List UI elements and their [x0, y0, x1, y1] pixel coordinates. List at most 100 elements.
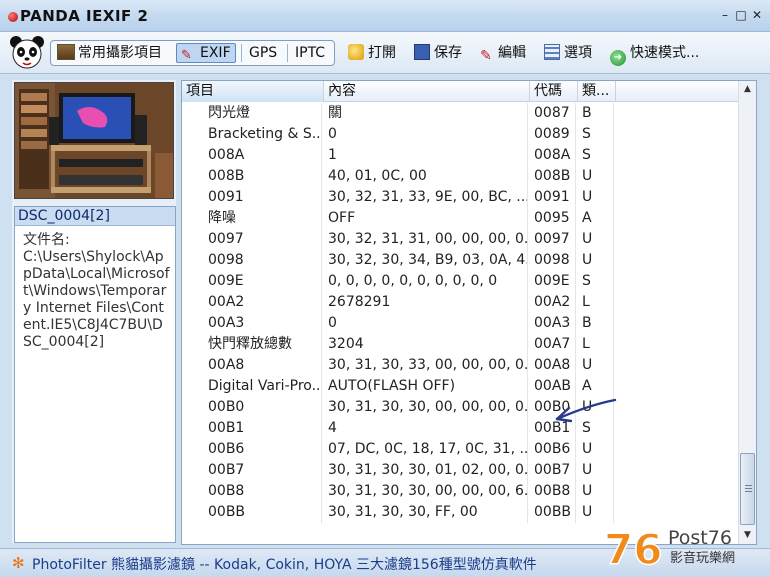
- cell-type: U: [578, 460, 614, 481]
- cell-content: 30, 32, 31, 33, 9E, 00, BC, ...: [324, 187, 528, 208]
- table-row[interactable]: 降噪 OFF 0095 A: [182, 208, 739, 229]
- cell-type: U: [578, 229, 614, 250]
- table-row[interactable]: 00BB 30, 31, 30, 30, FF, 00 00BB U: [182, 502, 739, 523]
- table-row[interactable]: 00B1 4 00B1 S: [182, 418, 739, 439]
- cell-item: 00B8: [204, 481, 322, 502]
- tab-label: EXIF: [200, 45, 231, 61]
- table-row[interactable]: 00A3 0 00A3 B: [182, 313, 739, 334]
- cell-code: 00AB: [530, 376, 576, 397]
- cell-item: 009E: [204, 271, 322, 292]
- table-row[interactable]: 00A2 2678291 00A2 L: [182, 292, 739, 313]
- cell-content: 30, 31, 30, 30, 00, 00, 00, 6...: [324, 481, 528, 502]
- tab-gps[interactable]: GPS: [245, 43, 281, 63]
- cell-type: B: [578, 103, 614, 124]
- table-row[interactable]: 008B 40, 01, 0C, 00 008B U: [182, 166, 739, 187]
- cell-content: 30, 31, 30, 30, 00, 00, 00, 0...: [324, 397, 528, 418]
- table-row[interactable]: 00A8 30, 31, 30, 33, 00, 00, 00, 0... 00A8…: [182, 355, 739, 376]
- cell-item: 00B0: [204, 397, 322, 418]
- window-title: PANDA IEXIF 2: [20, 7, 149, 25]
- cell-content: OFF: [324, 208, 528, 229]
- edit-button[interactable]: ✎ 編輯: [478, 43, 526, 64]
- table-row[interactable]: 008A 1 008A S: [182, 145, 739, 166]
- table-row[interactable]: 閃光燈關 0087 B: [182, 103, 739, 124]
- file-info-panel: DSC_0004[2] 文件名: C:\Users\Shylock\AppDat…: [14, 206, 176, 543]
- cell-code: 0087: [530, 103, 576, 124]
- table-row[interactable]: Digital Vari-Pro... AUTO(FLASH OFF) 00AB A: [182, 376, 739, 397]
- thumbnail-image: [15, 83, 173, 198]
- table-row[interactable]: 0091 30, 32, 31, 33, 9E, 00, BC, ... 0091 U: [182, 187, 739, 208]
- minimize-button[interactable]: –: [718, 8, 732, 22]
- tab-common-photo[interactable]: 常用攝影項目: [53, 43, 166, 63]
- cell-type: U: [578, 502, 614, 523]
- cell-code: 00B7: [530, 460, 576, 481]
- cell-content: 0: [324, 124, 528, 145]
- cell-code: 00A7: [530, 334, 576, 355]
- cell-code: 00A3: [530, 313, 576, 334]
- mode-tab-group: 常用攝影項目 ✎ EXIF GPS IPTC: [50, 40, 335, 66]
- cell-type: S: [578, 145, 614, 166]
- table-row[interactable]: 00B7 30, 31, 30, 30, 01, 02, 00, 0... 00B7…: [182, 460, 739, 481]
- watermark-big: 76: [604, 525, 662, 572]
- table-row[interactable]: Bracketing & S... 0 0089 S: [182, 124, 739, 145]
- cell-type: A: [578, 208, 614, 229]
- photofilter-icon: ✻: [12, 554, 25, 572]
- cell-item: 00B6: [204, 439, 322, 460]
- file-path: C:\Users\Shylock\AppData\Local\Microsoft…: [23, 249, 170, 350]
- open-folder-icon: [348, 44, 364, 60]
- table-row[interactable]: 快門釋放總數 3204 00A7 L: [182, 334, 739, 355]
- tab-iptc[interactable]: IPTC: [291, 43, 329, 63]
- save-label: 保存: [434, 45, 462, 61]
- options-grid-icon: [544, 44, 560, 60]
- cell-item: 00BB: [204, 502, 322, 523]
- cell-item: 008A: [204, 145, 322, 166]
- photo-thumbnail[interactable]: [14, 82, 174, 199]
- status-link[interactable]: PhotoFilter 熊貓攝影濾鏡 -- Kodak, Cokin, HOYA…: [32, 554, 537, 574]
- cell-code: 00B8: [530, 481, 576, 502]
- cell-type: U: [578, 250, 614, 271]
- cell-content: 30, 32, 30, 34, B9, 03, 0A, 4...: [324, 250, 528, 271]
- save-button[interactable]: 保存: [414, 43, 462, 63]
- cell-type: U: [578, 481, 614, 502]
- table-row[interactable]: 00B8 30, 31, 30, 30, 00, 00, 00, 6... 00B8…: [182, 481, 739, 502]
- cell-item: 00A8: [204, 355, 322, 376]
- cell-item: 0098: [204, 250, 322, 271]
- cell-item: Digital Vari-Pro...: [204, 376, 322, 397]
- table-row[interactable]: 009E 0, 0, 0, 0, 0, 0, 0, 0, 0, 0 009E S: [182, 271, 739, 292]
- cell-code: 008B: [530, 166, 576, 187]
- scroll-up-icon[interactable]: ▲: [739, 81, 756, 98]
- cell-content: 0: [324, 313, 528, 334]
- table-row[interactable]: 00B6 07, DC, 0C, 18, 17, 0C, 31, ... 00B6 U: [182, 439, 739, 460]
- cell-item: Bracketing & S...: [204, 124, 322, 145]
- cell-content: 30, 31, 30, 30, 01, 02, 00, 0...: [324, 460, 528, 481]
- edit-label: 編輯: [498, 45, 526, 61]
- cell-content: 30, 31, 30, 30, FF, 00: [324, 502, 528, 523]
- panda-logo-icon: [10, 36, 44, 69]
- cell-code: 00B6: [530, 439, 576, 460]
- cell-code: 0097: [530, 229, 576, 250]
- close-button[interactable]: ✕: [750, 8, 764, 22]
- options-button[interactable]: 選項: [544, 43, 592, 63]
- table-row[interactable]: 0098 30, 32, 30, 34, B9, 03, 0A, 4... 0098…: [182, 250, 739, 271]
- tab-exif[interactable]: ✎ EXIF: [176, 43, 236, 63]
- table-row[interactable]: 0097 30, 32, 31, 31, 00, 00, 00, 0... 0097…: [182, 229, 739, 250]
- open-button[interactable]: 打開: [348, 43, 396, 63]
- cell-item: 008B: [204, 166, 322, 187]
- exif-icon: ✎: [181, 48, 192, 63]
- quick-mode-button[interactable]: ➜ 快速模式...: [610, 43, 699, 66]
- column-header-content[interactable]: 內容: [324, 81, 530, 102]
- vertical-scrollbar[interactable]: ▲ ▼: [738, 81, 756, 544]
- cell-content: AUTO(FLASH OFF): [324, 376, 528, 397]
- column-header-item[interactable]: 項目: [182, 81, 324, 102]
- toolbar: 常用攝影項目 ✎ EXIF GPS IPTC 打開 保存 ✎ 編輯 選項 ➜ 快速模式…: [0, 32, 770, 74]
- cell-item: 0097: [204, 229, 322, 250]
- cell-item: 0091: [204, 187, 322, 208]
- table-row[interactable]: 00B0 30, 31, 30, 30, 00, 00, 00, 0... 00B0…: [182, 397, 739, 418]
- cell-item: 00A3: [204, 313, 322, 334]
- cell-content: 30, 32, 31, 31, 00, 00, 00, 0...: [324, 229, 528, 250]
- restore-button[interactable]: □: [734, 8, 748, 22]
- cell-code: 00BB: [530, 502, 576, 523]
- scrollbar-thumb[interactable]: [740, 453, 755, 525]
- column-header-code[interactable]: 代碼: [530, 81, 578, 102]
- file-title: DSC_0004[2]: [15, 207, 175, 226]
- column-header-type[interactable]: 類...: [578, 81, 616, 102]
